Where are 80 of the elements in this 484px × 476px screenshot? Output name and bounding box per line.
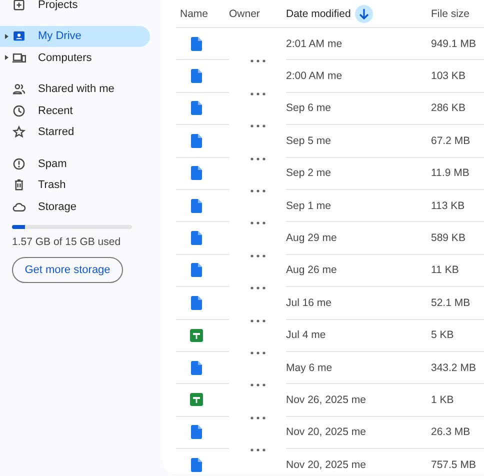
file-size: 589 KB	[431, 232, 466, 244]
document-icon	[191, 425, 202, 440]
date-modified: Sep 6 me	[286, 102, 331, 114]
date-modified: Aug 26 me	[286, 264, 337, 276]
add-box-icon	[12, 0, 26, 12]
document-icon	[191, 36, 202, 51]
nav-item[interactable]: Storage	[0, 196, 150, 218]
spreadsheet-icon	[190, 328, 203, 342]
people-icon	[12, 82, 26, 96]
file-size: 5 KB	[431, 329, 454, 342]
three-dots-icon	[250, 59, 266, 64]
nav-item[interactable]: Spam	[0, 153, 150, 174]
document-icon	[191, 458, 202, 472]
spreadsheet-icon	[190, 393, 203, 406]
three-dots-icon	[250, 416, 266, 420]
three-dots-icon	[250, 221, 266, 226]
document-icon	[191, 296, 202, 310]
file-size: 113 KB	[431, 200, 465, 212]
file-size: 11 KB	[431, 264, 459, 276]
date-modified: May 6 me	[286, 362, 332, 374]
document-icon	[191, 69, 202, 84]
file-size: 286 KB	[431, 102, 466, 114]
three-dots-icon	[250, 124, 266, 128]
computer-icon	[12, 50, 26, 65]
caret-icon[interactable]	[4, 55, 8, 60]
file-size: 11.9 MB	[431, 167, 470, 180]
alert-icon	[12, 156, 26, 171]
document-icon	[191, 101, 202, 116]
file-size: 26.3 MB	[431, 426, 470, 438]
caret-icon[interactable]	[4, 34, 8, 39]
three-dots-icon	[250, 448, 266, 452]
date-modified: Jul 4 me	[286, 329, 326, 342]
date-modified: Aug 29 me	[286, 232, 337, 244]
date-modified: Sep 2 me	[286, 167, 331, 180]
nav-item[interactable]: Recent	[0, 100, 150, 122]
drive-icon	[12, 29, 26, 44]
file-size: 343.2 MB	[431, 362, 476, 374]
get-storage-button[interactable]: Get more storage	[12, 256, 123, 282]
clock-icon	[12, 104, 26, 118]
date-modified: Jul 16 me	[286, 296, 332, 309]
file-size: 52.1 MB	[431, 296, 470, 309]
file-size: 757.5 MB	[431, 458, 476, 471]
file-size: 103 KB	[431, 70, 466, 82]
three-dots-icon	[250, 254, 266, 258]
document-icon	[191, 166, 202, 180]
column-header[interactable]: Owner	[229, 8, 286, 20]
column-header[interactable]: Name	[176, 8, 229, 20]
column-header[interactable]: Date modified	[286, 4, 431, 22]
file-size: 67.2 MB	[431, 134, 470, 147]
three-dots-icon	[250, 383, 266, 388]
three-dots-icon	[250, 318, 266, 323]
nav-item[interactable]: Computers	[0, 47, 150, 68]
storage-usage: 1.57 GB of 15 GB used	[12, 236, 122, 248]
trash-icon	[12, 178, 26, 192]
date-modified: Sep 5 me	[286, 134, 331, 147]
date-modified: 2:01 AM me	[286, 38, 342, 50]
document-icon	[191, 134, 202, 148]
nav-item[interactable]: Projects	[0, 0, 150, 16]
star-icon	[12, 125, 26, 140]
three-dots-icon	[250, 92, 266, 96]
nav-item[interactable]: My Drive	[0, 26, 150, 47]
column-header[interactable]: File size	[431, 8, 484, 20]
three-dots-icon	[250, 350, 266, 355]
date-modified: 2:00 AM me	[286, 70, 342, 82]
three-dots-icon	[250, 156, 266, 161]
nav-item[interactable]: Trash	[0, 174, 150, 196]
document-icon	[191, 198, 202, 213]
document-icon	[191, 360, 202, 375]
date-modified: Nov 20, 2025 me	[286, 458, 366, 471]
file-size: 949.1 MB	[431, 38, 476, 50]
date-modified: Nov 26, 2025 me	[286, 394, 366, 406]
document-icon	[191, 231, 202, 246]
three-dots-icon	[250, 188, 266, 193]
date-modified: Nov 20, 2025 me	[286, 426, 366, 438]
three-dots-icon	[250, 286, 266, 290]
date-modified: Sep 1 me	[286, 200, 331, 212]
nav-item[interactable]: Shared with me	[0, 78, 150, 100]
file-size: 1 KB	[431, 394, 454, 406]
document-icon	[191, 263, 202, 278]
nav-item[interactable]: Starred	[0, 122, 150, 143]
